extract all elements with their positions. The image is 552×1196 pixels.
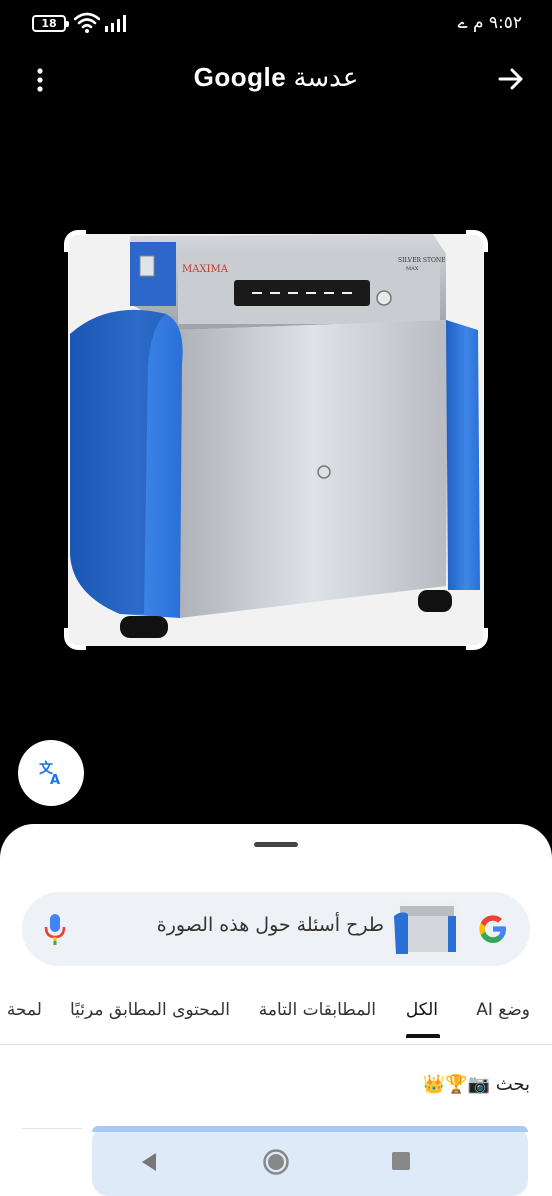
status-time: ٩:٥٢ م ے (458, 12, 522, 33)
selected-image[interactable]: MAXIMA SILVER STONE MAX (68, 234, 484, 646)
search-input[interactable]: طرح أسئلة حول هذه الصورة (157, 914, 384, 936)
crop-corner-top-right[interactable] (466, 230, 488, 252)
tab-all[interactable]: الكل (406, 1000, 438, 1020)
translate-icon: 文 A (39, 760, 60, 787)
drag-handle[interactable] (254, 842, 298, 847)
title-google: Google (193, 62, 287, 92)
notification-indicator: ے (457, 13, 468, 33)
status-bar: 18 ٩:٥٢ م ے (0, 0, 552, 46)
translate-button[interactable]: 文 A (18, 740, 84, 806)
navigation-bar (0, 1128, 552, 1196)
wifi-icon (74, 12, 100, 33)
battery-icon: 18 (32, 15, 69, 32)
model-label: SILVER STONE (398, 257, 446, 264)
brand-label: MAXIMA (182, 264, 229, 275)
active-tab-indicator (406, 1034, 440, 1038)
tab-about[interactable]: لمحة عن (0, 1000, 42, 1020)
lens-screen: 18 ٩:٥٢ م ے Google عدسة MAXIMA SILVER ST… (0, 0, 552, 1196)
clock: ٩:٥٢ م (472, 13, 522, 33)
search-section-header: بحث 👑🏆📷 (0, 1072, 552, 1102)
title-lens: عدسة (293, 62, 359, 92)
model-sub-label: MAX (406, 266, 419, 272)
crop-corner-bottom-left[interactable] (64, 628, 86, 650)
tabs-divider (0, 1044, 552, 1045)
tab-ai-mode[interactable]: وضع AI (476, 1000, 530, 1020)
section-emoji: 👑🏆📷 (422, 1074, 490, 1095)
svg-text:A: A (50, 773, 60, 787)
search-bar[interactable]: طرح أسئلة حول هذه الصورة (22, 892, 530, 966)
tab-exact-matches[interactable]: المطابقات التامة (259, 1000, 376, 1020)
mic-icon[interactable] (44, 912, 66, 946)
crop-corner-bottom-right[interactable] (466, 628, 488, 650)
section-title: بحث (495, 1074, 530, 1095)
recent-apps-icon[interactable] (392, 1152, 410, 1170)
inverter-image: MAXIMA SILVER STONE MAX (68, 234, 484, 646)
app-bar: Google عدسة (0, 50, 552, 110)
signal-icon (105, 15, 126, 32)
arrow-forward-icon[interactable] (496, 64, 526, 94)
crop-corner-top-left[interactable] (64, 230, 86, 252)
google-g-icon (479, 915, 506, 943)
tab-visual-matches[interactable]: المحتوى المطابق مرئيًا (70, 1000, 230, 1020)
search-image-thumbnail[interactable] (392, 900, 460, 958)
back-icon[interactable] (140, 1152, 158, 1172)
home-icon[interactable] (262, 1148, 290, 1176)
battery-level: 18 (41, 17, 57, 30)
result-tabs: وضع AI الكل المطابقات التامة المحتوى الم… (0, 994, 552, 1044)
app-title: Google عدسة (0, 62, 552, 93)
